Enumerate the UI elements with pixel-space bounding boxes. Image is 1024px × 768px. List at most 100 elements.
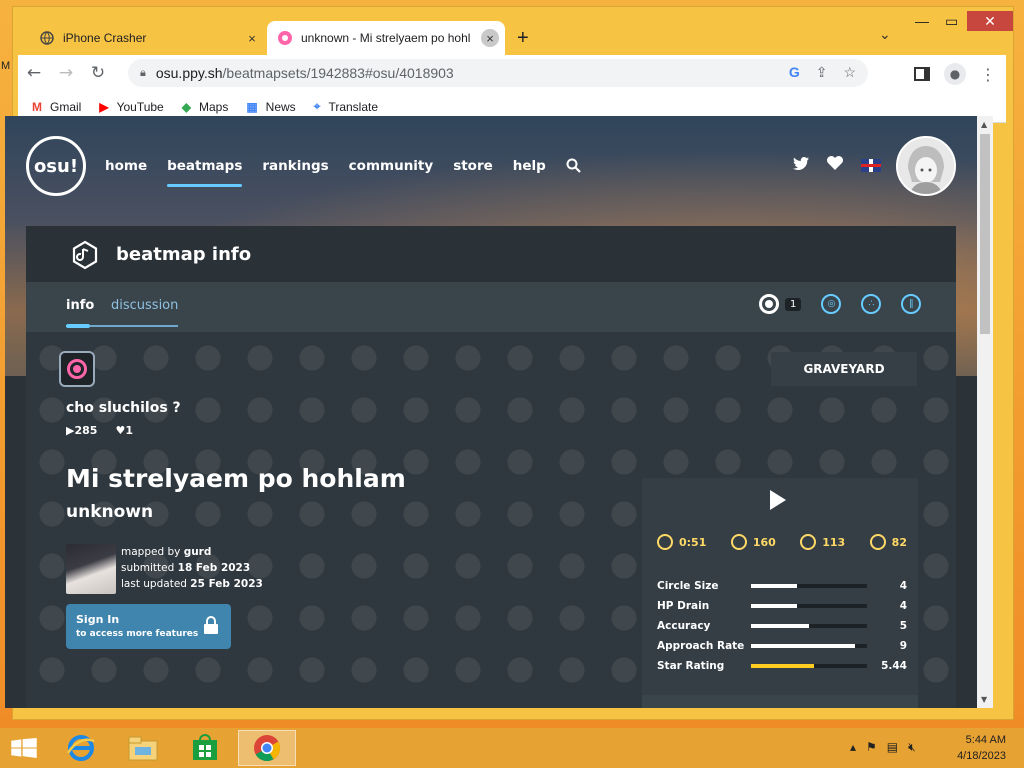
- panel-footer: [642, 695, 918, 708]
- info-tabbar: info discussion 1 ◎ ∴ ‖: [26, 282, 956, 332]
- menu-kebab-icon[interactable]: ⋮: [980, 65, 996, 84]
- nav-help[interactable]: help: [513, 158, 546, 177]
- forward-icon[interactable]: →: [50, 63, 82, 83]
- attribute-row: Star Rating 5.44: [657, 656, 907, 676]
- updated-date: 25 Feb 2023: [190, 578, 263, 590]
- tab-discussion[interactable]: discussion: [111, 298, 178, 313]
- window-close-button[interactable]: ✕: [967, 11, 1013, 31]
- user-avatar[interactable]: [896, 136, 956, 196]
- vertical-scrollbar[interactable]: ▲ ▼: [977, 116, 993, 708]
- tab-osu-beatmap[interactable]: unknown - Mi strelyaem po hohl ×: [267, 21, 505, 55]
- tab-info[interactable]: info: [66, 298, 94, 313]
- tab-title: iPhone Crasher: [63, 31, 147, 45]
- mode-taiko-icon[interactable]: ◎: [821, 294, 842, 314]
- osu-logo[interactable]: osu!: [26, 136, 86, 196]
- attribute-bar: [751, 584, 867, 588]
- mapped-by-label: mapped by: [121, 546, 181, 558]
- main-nav: home beatmaps rankings community store h…: [105, 158, 581, 187]
- new-tab-button[interactable]: +: [517, 27, 529, 50]
- scrollbar-thumb[interactable]: [980, 134, 990, 334]
- scroll-down-icon[interactable]: ▼: [981, 695, 987, 704]
- attribute-row: Approach Rate 9: [657, 636, 907, 656]
- mapper-avatar[interactable]: [66, 544, 116, 594]
- nav-rankings[interactable]: rankings: [262, 158, 328, 177]
- mode-catch-icon[interactable]: ∴: [861, 294, 882, 314]
- close-tab-icon[interactable]: ×: [243, 29, 261, 47]
- bookmark-youtube[interactable]: ▶ YouTube: [99, 100, 163, 114]
- scroll-up-icon[interactable]: ▲: [981, 120, 987, 129]
- attribute-value: 5: [899, 620, 907, 632]
- clock-time: 5:44 AM: [965, 734, 1006, 746]
- nav-beatmaps[interactable]: beatmaps: [167, 158, 243, 187]
- favourite-count-value: 1: [125, 424, 133, 437]
- flag-icon[interactable]: ⚑: [866, 740, 877, 755]
- tab-search-chevron-icon[interactable]: ⌄: [879, 27, 891, 43]
- twitter-icon[interactable]: [793, 156, 809, 174]
- store-icon[interactable]: [176, 730, 234, 766]
- nav-community[interactable]: community: [349, 158, 434, 177]
- osu-favicon-icon: [277, 30, 293, 46]
- mapper-name[interactable]: gurd: [184, 546, 212, 558]
- difficulty-osu-icon[interactable]: [59, 351, 95, 387]
- attribute-value: 4: [899, 580, 907, 592]
- sign-in-button[interactable]: Sign In to access more features: [66, 604, 231, 649]
- windows-taskbar: ▴ ⚑ ▤ 🔇︎ 5:44 AM 4/18/2023: [0, 728, 1024, 768]
- maps-icon: ◆: [181, 99, 191, 114]
- bookmark-news[interactable]: ▦ News: [246, 100, 295, 114]
- mode-osu-icon[interactable]: [759, 294, 779, 314]
- network-icon[interactable]: ▤: [887, 740, 898, 755]
- attribute-row: Accuracy 5: [657, 616, 907, 636]
- address-bar[interactable]: 🔒︎ osu.ppy.sh /beatmapsets/1942883#osu/4…: [128, 59, 868, 87]
- reload-icon[interactable]: ↻: [82, 63, 114, 83]
- bookmark-label: News: [265, 99, 296, 114]
- attribute-bar-fill: [751, 584, 798, 588]
- heart-icon: ♥: [115, 424, 126, 437]
- attribute-bar: [751, 624, 867, 628]
- favourite-count: ♥1: [115, 424, 133, 437]
- play-preview-icon[interactable]: [770, 490, 786, 510]
- mode-mania-icon[interactable]: ‖: [901, 294, 922, 314]
- difficulty-attributes: Circle Size 4 HP Drain 4 Accuracy 5 Approach R…: [657, 576, 907, 676]
- maximize-button[interactable]: ▭: [945, 13, 958, 30]
- profile-icon[interactable]: ●: [944, 63, 966, 85]
- news-icon: ▦: [246, 99, 258, 114]
- difficulty-name: cho sluchilos ?: [66, 400, 181, 416]
- language-flag-icon[interactable]: [861, 158, 881, 172]
- internet-explorer-icon[interactable]: [52, 730, 110, 766]
- bookmark-maps[interactable]: ◆ Maps: [182, 100, 229, 114]
- taskbar-clock[interactable]: 5:44 AM 4/18/2023: [950, 732, 1006, 764]
- windows-start-icon[interactable]: [10, 738, 38, 758]
- chrome-icon[interactable]: [238, 730, 296, 766]
- beatmap-stats-panel: 0:51 160 113 82 Circle Size 4 HP Drain 4 Acc…: [642, 478, 918, 708]
- back-icon[interactable]: ←: [18, 63, 50, 83]
- bookmark-translate[interactable]: ⌖ Translate: [314, 99, 378, 114]
- attribute-value: 4: [899, 600, 907, 612]
- attribute-bar: [751, 664, 867, 668]
- google-lens-icon[interactable]: G: [789, 64, 800, 81]
- close-tab-icon[interactable]: ×: [481, 29, 499, 47]
- song-title[interactable]: Mi strelyaem po hohlam: [66, 464, 406, 493]
- play-count: ▶285: [66, 424, 97, 437]
- attribute-value: 9: [899, 640, 907, 652]
- volume-muted-icon[interactable]: 🔇︎: [908, 740, 916, 755]
- minimize-button[interactable]: —: [915, 13, 929, 29]
- attribute-bar: [751, 644, 867, 648]
- bookmark-gmail[interactable]: M Gmail: [32, 100, 81, 114]
- lock-icon: [204, 616, 218, 634]
- clock-icon: [657, 534, 673, 550]
- nav-home[interactable]: home: [105, 158, 147, 177]
- bookmark-label: YouTube: [116, 99, 164, 114]
- tab-iphone-crasher[interactable]: iPhone Crasher ×: [29, 21, 267, 55]
- share-icon[interactable]: ⇪: [816, 64, 828, 81]
- attribute-label: Circle Size: [657, 580, 719, 592]
- file-explorer-icon[interactable]: [114, 730, 172, 766]
- song-artist[interactable]: unknown: [66, 502, 153, 522]
- bookmark-star-icon[interactable]: ☆: [843, 64, 856, 81]
- nav-store[interactable]: store: [453, 158, 493, 177]
- tray-expand-icon[interactable]: ▴: [850, 740, 856, 755]
- basic-stats: 0:51 160 113 82: [657, 534, 907, 550]
- heart-icon[interactable]: [827, 156, 843, 174]
- search-icon[interactable]: [566, 158, 581, 177]
- side-panel-icon[interactable]: [914, 67, 930, 81]
- clock-date: 4/18/2023: [957, 750, 1006, 762]
